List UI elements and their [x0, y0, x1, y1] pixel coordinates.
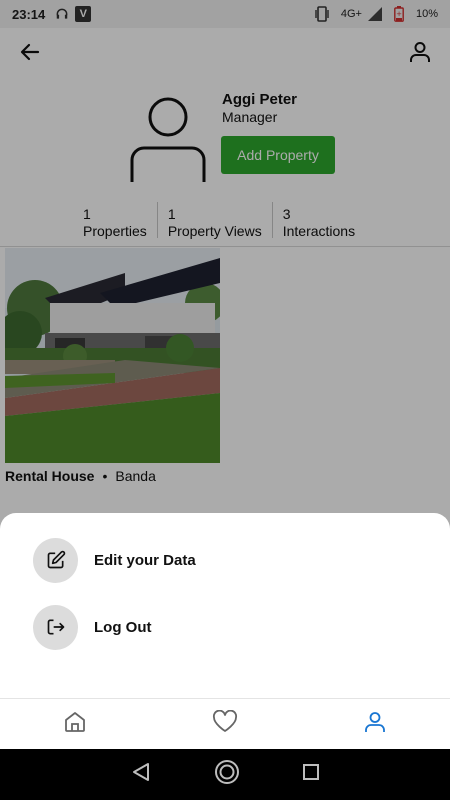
user-icon [363, 710, 387, 739]
log-out-label: Log Out [94, 618, 152, 636]
heart-icon [212, 709, 238, 739]
bottom-sheet: Edit your Data Log Out [0, 513, 450, 698]
edit-data-label: Edit your Data [94, 551, 196, 569]
logout-icon [33, 604, 78, 650]
log-out-button[interactable]: Log Out [33, 604, 151, 650]
nav-profile[interactable] [300, 699, 450, 749]
home-icon [63, 710, 87, 739]
recents-square-icon[interactable] [302, 763, 320, 786]
bottom-navigation [0, 698, 450, 749]
back-triangle-icon[interactable] [130, 761, 152, 788]
edit-data-button[interactable]: Edit your Data [33, 537, 196, 583]
home-circle-icon[interactable] [214, 759, 240, 790]
system-navigation-bar [0, 749, 450, 800]
nav-favorites[interactable] [150, 699, 300, 749]
nav-home[interactable] [0, 699, 150, 749]
edit-icon [33, 537, 78, 583]
